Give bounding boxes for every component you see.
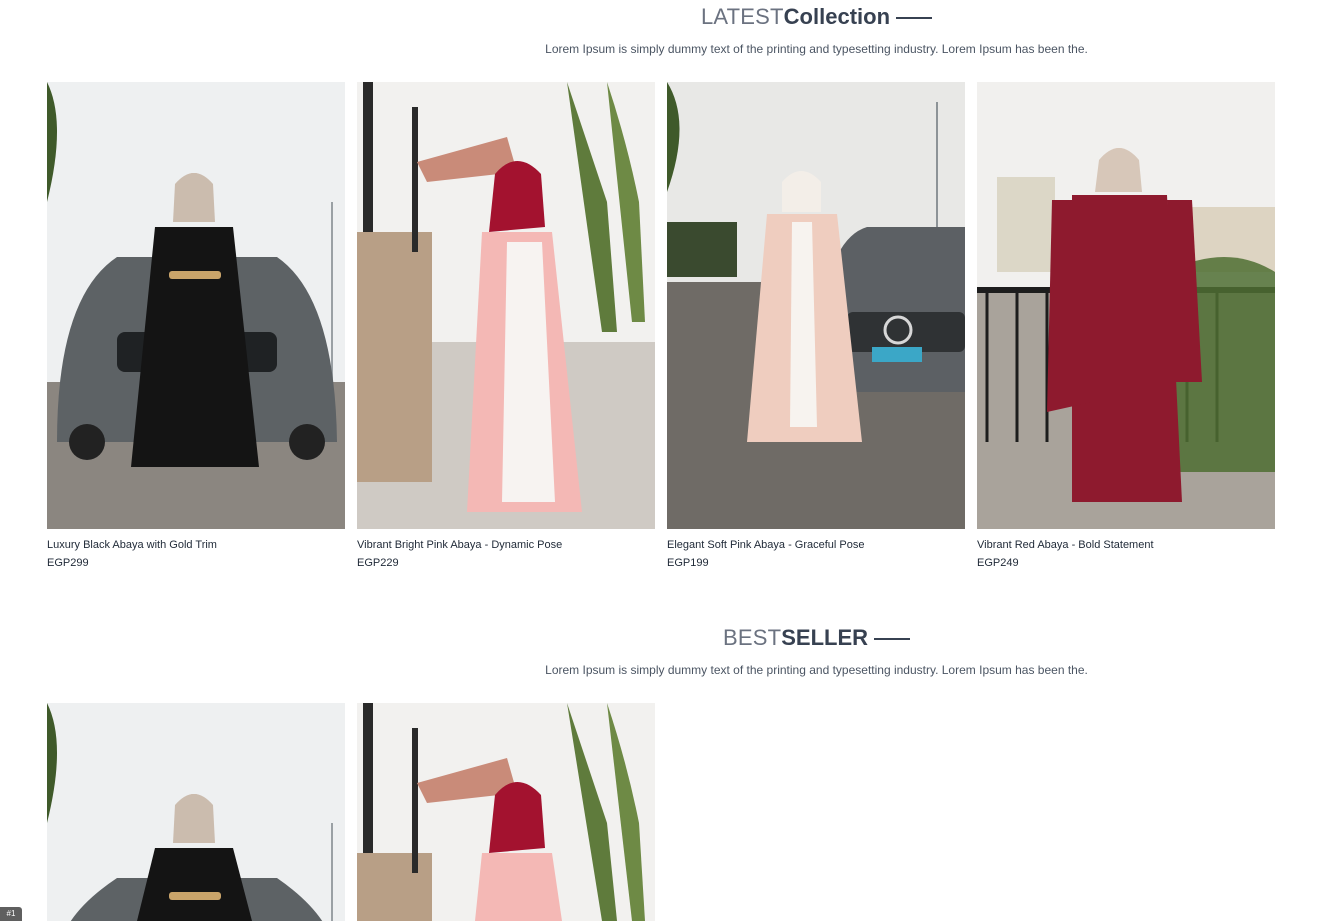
latest-title: LATEST Collection: [0, 4, 1323, 30]
bestseller-title-bold: SELLER: [781, 625, 869, 650]
corner-tab[interactable]: #1: [0, 907, 22, 921]
latest-subtitle: Lorem Ipsum is simply dummy text of the …: [545, 42, 1088, 56]
product-price: EGP299: [47, 557, 89, 569]
bestseller-section-header: BEST SELLER Lorem Ipsum is simply dummy t…: [0, 625, 1323, 677]
bestseller-title-light: BEST: [722, 625, 782, 650]
product-card[interactable]: Luxury Black Abaya with Gold Trim EGP299: [47, 82, 345, 569]
bestseller-subtitle: Lorem Ipsum is simply dummy text of the …: [545, 663, 1088, 677]
product-title[interactable]: Luxury Black Abaya with Gold Trim: [47, 539, 345, 551]
latest-section-header: LATEST Collection Lorem Ipsum is simply d…: [0, 4, 1323, 56]
title-underline: [896, 17, 933, 19]
product-image[interactable]: [47, 82, 345, 529]
latest-product-grid: Luxury Black Abaya with Gold Trim EGP299: [47, 82, 1275, 569]
product-card[interactable]: [47, 703, 345, 921]
product-title[interactable]: Vibrant Bright Pink Abaya - Dynamic Pose: [357, 539, 655, 551]
product-image[interactable]: [357, 82, 655, 529]
product-image[interactable]: [667, 82, 965, 529]
bestseller-title: BEST SELLER: [0, 625, 1323, 651]
product-image[interactable]: [977, 82, 1275, 529]
product-card[interactable]: Elegant Soft Pink Abaya - Graceful Pose …: [667, 82, 965, 569]
title-underline: [874, 638, 911, 640]
belt-shape: [169, 271, 221, 279]
bestseller-product-grid: [47, 703, 655, 921]
product-price: EGP199: [667, 557, 709, 569]
latest-title-light: LATEST: [700, 4, 784, 29]
product-price: EGP229: [357, 557, 399, 569]
product-price: EGP249: [977, 557, 1019, 569]
product-card[interactable]: Vibrant Bright Pink Abaya - Dynamic Pose…: [357, 82, 655, 569]
product-image[interactable]: [357, 703, 655, 921]
product-title[interactable]: Vibrant Red Abaya - Bold Statement: [977, 539, 1275, 551]
latest-title-bold: Collection: [783, 4, 891, 29]
product-card[interactable]: [357, 703, 655, 921]
product-title[interactable]: Elegant Soft Pink Abaya - Graceful Pose: [667, 539, 965, 551]
product-card[interactable]: Vibrant Red Abaya - Bold Statement EGP24…: [977, 82, 1275, 569]
product-image[interactable]: [47, 703, 345, 921]
